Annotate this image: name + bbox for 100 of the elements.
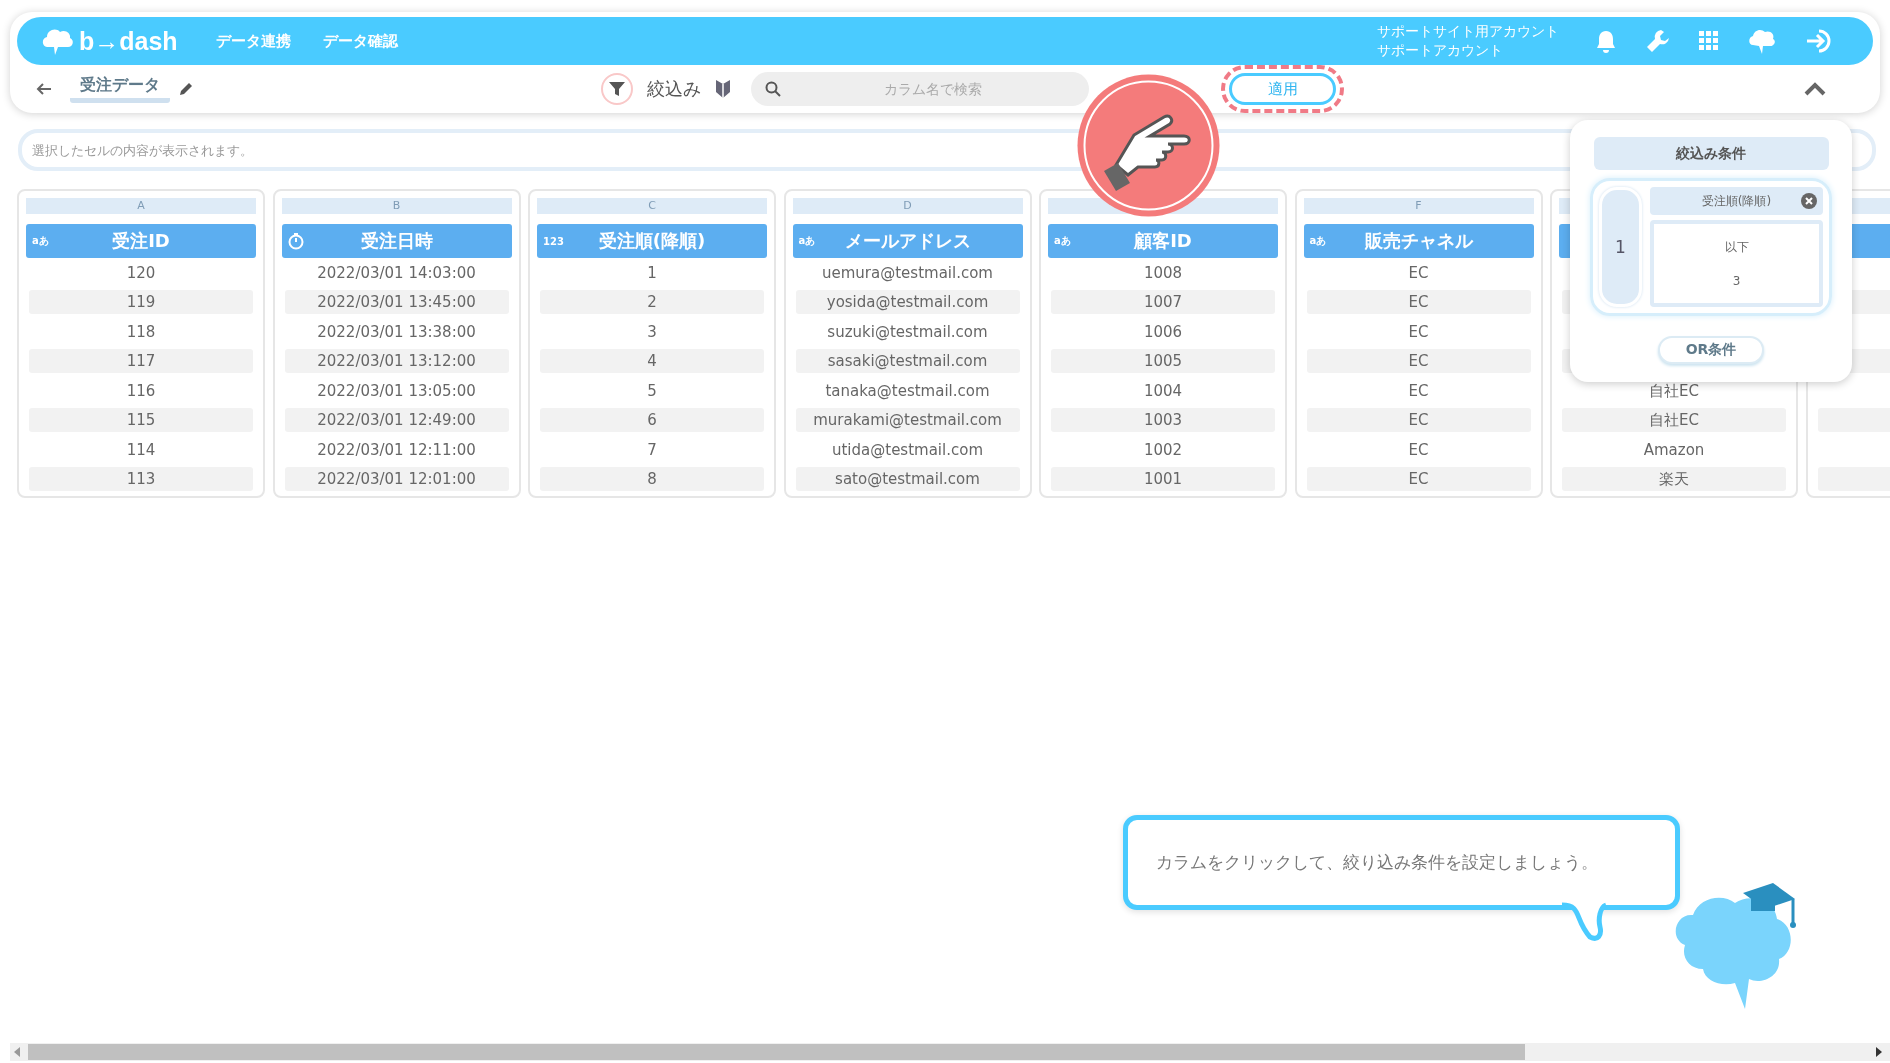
condition-body[interactable]: 以下 3 [1650, 220, 1823, 307]
table-cell-text: 1002 [1142, 439, 1184, 461]
column-header[interactable]: aあ 顧客ID [1048, 224, 1278, 258]
apps-grid-icon[interactable] [1699, 31, 1719, 51]
table-cell: 119 [29, 290, 253, 315]
table-cell: 2022/03/01 12:01:00 [284, 467, 509, 492]
table-cell-text: 114 [125, 439, 157, 461]
table-cell-text: tanaka@testmail.com [824, 380, 991, 402]
table-cell-text: 1006 [1142, 321, 1184, 343]
table-cell-text: 1 [646, 262, 658, 284]
table-cell-text: 118 [125, 321, 157, 343]
condition-operator: 以下 [1724, 239, 1749, 256]
table-cell: 2022/03/01 13:45:00 [284, 290, 509, 315]
table-cell-text: EC [1407, 380, 1430, 402]
scrollbar-thumb[interactable] [28, 1044, 1525, 1060]
table-cell-text: 7 [646, 439, 658, 461]
pencil-icon[interactable] [178, 81, 194, 97]
group-number: 1 [1599, 187, 1642, 307]
panel-title: 絞込み条件 [1593, 137, 1829, 170]
table-cell-text: 116 [125, 380, 157, 402]
column-header[interactable]: 123 受注順(降順) [537, 224, 767, 258]
table-cell: 1007 [1051, 290, 1275, 315]
tip-text: カラムをクリックして、絞り込み条件を設定しましょう。 [1156, 851, 1598, 874]
table-cell: EC [1306, 290, 1531, 315]
table-cell-text: EC [1407, 321, 1430, 343]
column-type-label: aあ [1309, 234, 1327, 248]
table-cell: 2022/03/01 13:12:00 [284, 349, 509, 374]
table-cell-text: uemura@testmail.com [821, 262, 994, 284]
table-cell-text: 5 [646, 380, 658, 402]
table-cell: yosida@testmail.com [795, 290, 1020, 315]
close-icon[interactable] [1801, 193, 1817, 209]
table-cell-text: 自社EC [1648, 380, 1700, 402]
nav-link[interactable]: データ連携 [215, 31, 291, 51]
column-letter: F [1303, 198, 1534, 214]
leaf-mark-icon [715, 79, 731, 99]
scroll-right-icon[interactable] [1874, 1047, 1882, 1057]
horizontal-scrollbar[interactable] [10, 1043, 1890, 1061]
condition-column: 受注順(降順) [1701, 192, 1772, 210]
column-letter: C [537, 198, 767, 214]
table-cell: 1003 [1051, 408, 1275, 433]
column-type-label: aあ [1054, 234, 1071, 248]
condition-value: 3 [1732, 274, 1741, 288]
column-header[interactable]: aあ 販売チャネル [1303, 224, 1534, 258]
table-cell: murakami@testmail.com [795, 408, 1020, 433]
or-condition-button[interactable]: OR条件 [1658, 336, 1764, 364]
filter-icon[interactable] [601, 73, 633, 105]
table-cell: 8 [540, 467, 764, 492]
filter-label: 絞込み [647, 77, 701, 101]
table-cell: sato@testmail.com [795, 467, 1020, 492]
chevron-up-icon[interactable] [1804, 82, 1826, 96]
apply-button[interactable]: 適用 [1229, 73, 1336, 105]
account-name: サポートサイト用アカウント サポートアカウント [1377, 22, 1559, 60]
column-type-label: 123 [543, 235, 564, 247]
table-cell: 1001 [1051, 467, 1275, 492]
column-letter: A [26, 198, 256, 214]
table-cell: EC [1306, 467, 1531, 492]
table-cell: 4 [540, 349, 764, 374]
table-cell-text: 120 [125, 262, 157, 284]
back-arrow-icon[interactable] [36, 82, 52, 96]
wrench-icon[interactable] [1645, 28, 1671, 54]
table-cell-text: 1004 [1142, 380, 1184, 402]
table-cell-text: Amazon [1642, 439, 1706, 461]
column-type-label: aあ [798, 234, 816, 248]
table-cell: EC [1306, 349, 1531, 374]
column-header[interactable]: aあ メールアドレス [792, 224, 1023, 258]
stopwatch-icon [286, 232, 305, 250]
table-cell-text: 2022/03/01 13:38:00 [316, 321, 477, 343]
table-cell: 115 [29, 408, 253, 433]
table-cell: 2022/03/01 12:49:00 [284, 408, 509, 433]
table-cell: 6 [540, 408, 764, 433]
table-cell: EC [1306, 408, 1531, 433]
column-type-label: aあ [32, 234, 49, 248]
table-cell-text: 2022/03/01 13:05:00 [316, 380, 477, 402]
table-cell-text: 2022/03/01 14:03:00 [316, 262, 477, 284]
table-cell-text: 1008 [1142, 262, 1184, 284]
table-cell: 自社EC [1562, 408, 1786, 433]
table-cell-text: EC [1407, 439, 1430, 461]
page-title: 受注データ [70, 75, 170, 103]
column-letter: D [792, 198, 1023, 214]
search-field[interactable]: カラム名で検索 [751, 72, 1089, 106]
column-header[interactable]: 受注日時 [281, 224, 512, 258]
table-cell: 2 [540, 290, 764, 315]
logo-text: b→dash [79, 26, 178, 56]
table-cell-text: EC [1407, 262, 1430, 284]
table-cell: 113 [29, 467, 253, 492]
scroll-left-icon[interactable] [14, 1047, 22, 1057]
search-icon [765, 81, 781, 97]
cloud-icon[interactable] [1747, 27, 1777, 55]
table-cell-text: 3 [646, 321, 658, 343]
table-cell-text: suzuki@testmail.com [826, 321, 989, 343]
column-letter: B [281, 198, 512, 214]
column-header[interactable]: aあ 受注ID [26, 224, 256, 258]
table-cell: 117 [29, 349, 253, 374]
table-cell: 1005 [1051, 349, 1275, 374]
table-cell: sasaki@testmail.com [795, 349, 1020, 374]
nav-link[interactable]: データ確認 [322, 31, 398, 51]
bell-icon[interactable] [1595, 29, 1617, 53]
table-cell-text: utida@testmail.com [831, 439, 984, 461]
table-cell-text: 2022/03/01 12:11:00 [316, 439, 477, 461]
table-cell: 楽天 [1562, 467, 1786, 492]
